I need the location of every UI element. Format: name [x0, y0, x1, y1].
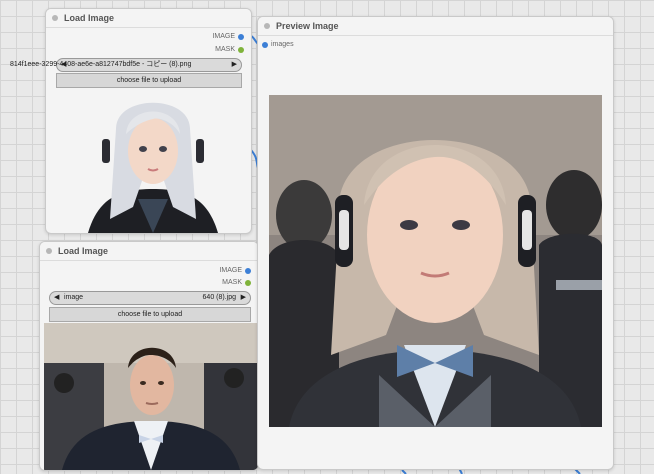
preview-image-area: [269, 95, 602, 427]
file-select-value: 640 (8).jpg: [202, 294, 236, 301]
image-preview: [44, 323, 258, 470]
output-mask-label: MASK: [222, 279, 242, 286]
node-title-bar[interactable]: Load Image: [46, 9, 251, 28]
collapse-dot-icon[interactable]: [264, 23, 270, 29]
output-mask[interactable]: MASK: [222, 279, 251, 286]
node-title: Load Image: [58, 246, 109, 256]
image-socket-icon[interactable]: [245, 268, 251, 274]
node-title: Load Image: [64, 13, 115, 23]
upload-button[interactable]: choose file to upload: [56, 73, 242, 88]
collapse-dot-icon[interactable]: [46, 248, 52, 254]
node-title-bar[interactable]: Preview Image: [258, 17, 613, 36]
image-file-select[interactable]: ◀ image 640 (8).jpg ▶: [49, 291, 251, 305]
white-haired-woman-portrait: [78, 89, 228, 233]
collapse-dot-icon[interactable]: [52, 15, 58, 21]
output-image-label: IMAGE: [212, 33, 235, 40]
output-mask-label: MASK: [215, 46, 235, 53]
output-image-label: IMAGE: [219, 267, 242, 274]
node-title: Preview Image: [276, 21, 339, 31]
input-images[interactable]: images: [262, 41, 294, 48]
image-file-value: 814f1eee-3299-4408-ae6e-a812747bdf5e - コ…: [10, 61, 192, 68]
upload-button[interactable]: choose file to upload: [49, 307, 251, 322]
mask-socket-icon[interactable]: [245, 280, 251, 286]
load-image-node-2[interactable]: Load Image IMAGE MASK ◀ image 640 (8).jp…: [39, 241, 259, 471]
image-preview: [78, 89, 228, 233]
node-title-bar[interactable]: Load Image: [40, 242, 258, 261]
output-mask[interactable]: MASK: [215, 46, 244, 53]
next-arrow-icon[interactable]: ▶: [232, 59, 237, 71]
image-socket-icon[interactable]: [262, 42, 268, 48]
load-image-node-1[interactable]: Load Image IMAGE MASK ◀ ▶ choose file to…: [45, 8, 252, 234]
woman-headphones-tuxedo-portrait: [269, 95, 602, 427]
output-image[interactable]: IMAGE: [219, 267, 251, 274]
next-arrow-icon[interactable]: ▶: [241, 292, 246, 304]
preview-image-node[interactable]: Preview Image images: [257, 16, 614, 470]
output-image[interactable]: IMAGE: [212, 33, 244, 40]
man-in-tuxedo-portrait: [44, 323, 258, 470]
image-socket-icon[interactable]: [238, 34, 244, 40]
mask-socket-icon[interactable]: [238, 47, 244, 53]
file-select-label: image: [64, 294, 84, 301]
input-images-label: images: [271, 41, 294, 48]
prev-arrow-icon[interactable]: ◀: [54, 292, 59, 304]
